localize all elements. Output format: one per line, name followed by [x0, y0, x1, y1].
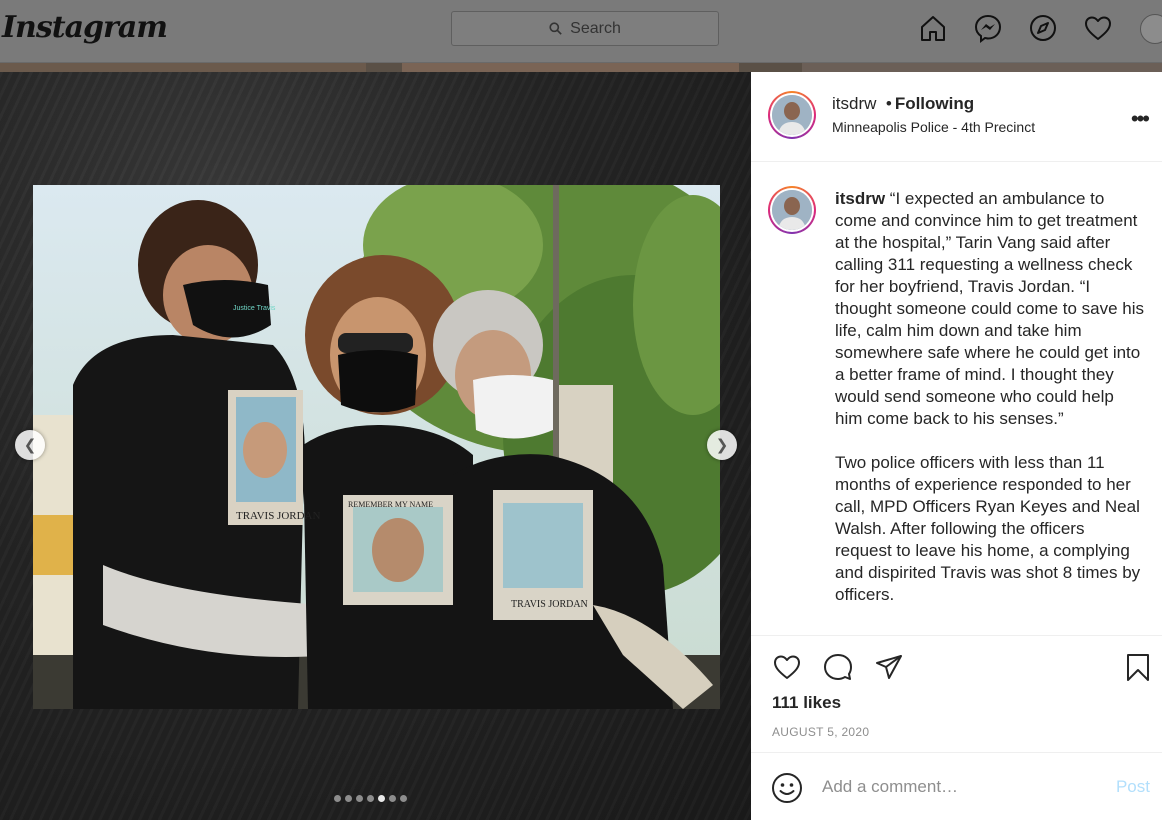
- comment-input[interactable]: [822, 777, 1082, 797]
- carousel-dot: [400, 795, 407, 802]
- caption-scroll-area[interactable]: itsdrw “I expected an ambulance to come …: [751, 163, 1162, 635]
- post-comment-button[interactable]: Post: [1116, 777, 1150, 797]
- carousel-dots: [334, 795, 407, 802]
- follow-bullet: •: [885, 94, 892, 113]
- post-actions: 111 likes AUGUST 5, 2020: [751, 635, 1162, 752]
- like-icon[interactable]: [772, 652, 802, 687]
- carousel-next-button[interactable]: ❯: [707, 430, 737, 460]
- messenger-icon[interactable]: [973, 13, 1003, 43]
- carousel-prev-button[interactable]: ❮: [15, 430, 45, 460]
- emoji-icon[interactable]: [771, 772, 803, 804]
- post-date: AUGUST 5, 2020: [772, 725, 870, 739]
- feed-background-strip: [0, 63, 1162, 72]
- post-photo[interactable]: TRAVIS JORDAN REMEMBER MY NAME TRAVIS JO…: [33, 185, 720, 709]
- search-box[interactable]: Search: [451, 11, 719, 46]
- shirt-text-1: TRAVIS JORDAN: [236, 510, 321, 522]
- author-username[interactable]: itsdrw: [832, 94, 876, 113]
- likes-count[interactable]: 111 likes: [772, 693, 841, 713]
- carousel-dot: [389, 795, 396, 802]
- mask-text: Justice Travis: [233, 305, 276, 312]
- carousel-dot: [345, 795, 352, 802]
- caption-avatar[interactable]: [768, 186, 816, 234]
- search-icon: [549, 22, 562, 35]
- comment-bar: Post: [751, 752, 1162, 820]
- post-details-panel: itsdrw • Following Minneapolis Police - 4…: [751, 72, 1162, 820]
- explore-icon[interactable]: [1028, 13, 1058, 43]
- post-caption: itsdrw “I expected an ambulance to come …: [835, 188, 1145, 628]
- caption-paragraph-1: “I expected an ambulance to come and con…: [835, 189, 1145, 428]
- post-location[interactable]: Minneapolis Police - 4th Precinct: [832, 119, 1035, 135]
- heart-icon[interactable]: [1083, 13, 1113, 43]
- shirt-text-2: REMEMBER MY NAME: [348, 500, 433, 509]
- carousel-dot: [378, 795, 385, 802]
- shirt-text-3: TRAVIS JORDAN: [511, 599, 588, 610]
- more-options-icon[interactable]: •••: [1131, 106, 1150, 132]
- post-header: itsdrw • Following Minneapolis Police - 4…: [751, 72, 1162, 162]
- post-media-panel: TRAVIS JORDAN REMEMBER MY NAME TRAVIS JO…: [0, 72, 751, 820]
- caption-paragraph-2: Two police officers with less than 11 mo…: [835, 453, 1141, 604]
- chevron-right-icon: ❯: [715, 437, 729, 454]
- home-icon[interactable]: [918, 13, 948, 43]
- chevron-left-icon: ❮: [23, 437, 37, 454]
- comment-icon[interactable]: [823, 652, 853, 687]
- following-button[interactable]: Following: [895, 94, 974, 113]
- carousel-dot: [356, 795, 363, 802]
- search-placeholder: Search: [570, 19, 621, 37]
- top-navigation-bar: Instagram Search: [0, 0, 1162, 63]
- author-avatar[interactable]: [768, 91, 816, 139]
- photo-illustration: TRAVIS JORDAN REMEMBER MY NAME TRAVIS JO…: [33, 185, 720, 709]
- caption-username[interactable]: itsdrw: [835, 189, 885, 208]
- profile-avatar[interactable]: [1140, 14, 1162, 44]
- carousel-dot: [334, 795, 341, 802]
- bookmark-icon[interactable]: [1123, 652, 1153, 687]
- instagram-logo[interactable]: Instagram: [2, 10, 168, 45]
- share-icon[interactable]: [874, 652, 904, 687]
- carousel-dot: [367, 795, 374, 802]
